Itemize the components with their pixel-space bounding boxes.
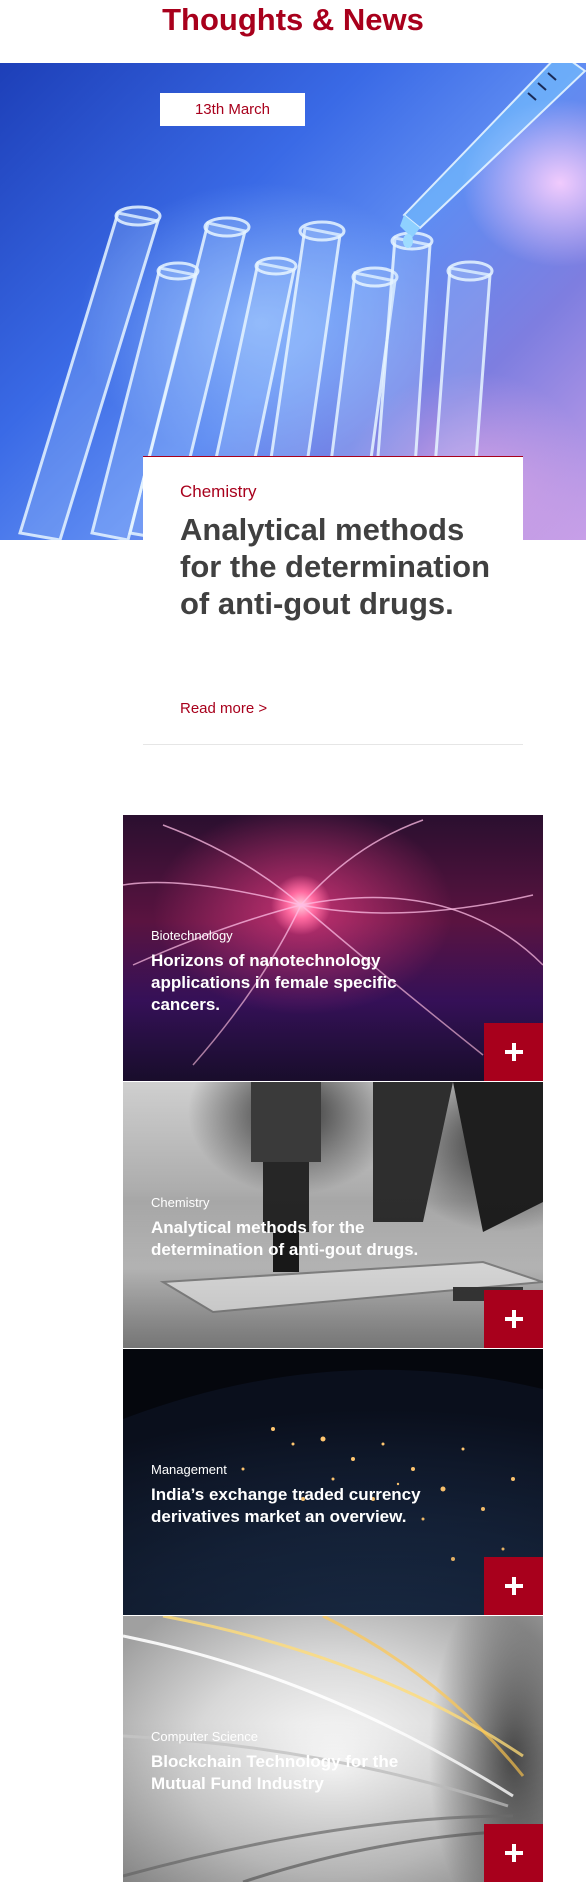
card-category: Management: [151, 1462, 227, 1477]
article-card-chemistry[interactable]: Chemistry Analytical methods for the det…: [123, 1082, 543, 1348]
plus-icon: [484, 1557, 543, 1615]
card-title[interactable]: Analytical methods for the determination…: [151, 1217, 431, 1261]
card-title[interactable]: Blockchain Technology for the Mutual Fun…: [151, 1751, 431, 1795]
card-category: Biotechnology: [151, 928, 233, 943]
expand-button[interactable]: [484, 1023, 543, 1081]
plus-icon: [484, 1023, 543, 1081]
expand-button[interactable]: [484, 1290, 543, 1348]
card-title[interactable]: Horizons of nanotechnology applications …: [151, 950, 431, 1016]
featured-article-card: Chemistry Analytical methods for the det…: [143, 456, 523, 745]
plus-icon: [484, 1290, 543, 1348]
featured-category[interactable]: Chemistry: [180, 482, 257, 502]
card-overlay: [123, 815, 543, 1081]
page-title: Thoughts & News: [162, 2, 424, 37]
article-card-computer-science[interactable]: Computer Science Blockchain Technology f…: [123, 1616, 543, 1882]
card-category: Chemistry: [151, 1195, 210, 1210]
card-overlay: [123, 1082, 543, 1348]
card-overlay: [123, 1349, 543, 1615]
plus-icon: [484, 1824, 543, 1882]
card-category: Computer Science: [151, 1729, 258, 1744]
expand-button[interactable]: [484, 1824, 543, 1882]
expand-button[interactable]: [484, 1557, 543, 1615]
featured-title[interactable]: Analytical methods for the determination…: [180, 511, 510, 622]
read-more-link[interactable]: Read more >: [180, 700, 267, 717]
article-card-management[interactable]: Management India’s exchange traded curre…: [123, 1349, 543, 1615]
date-badge: 13th March: [160, 93, 305, 126]
article-card-biotechnology[interactable]: Biotechnology Horizons of nanotechnology…: [123, 815, 543, 1081]
card-overlay: [123, 1616, 543, 1882]
card-title[interactable]: India’s exchange traded currency derivat…: [151, 1484, 431, 1528]
